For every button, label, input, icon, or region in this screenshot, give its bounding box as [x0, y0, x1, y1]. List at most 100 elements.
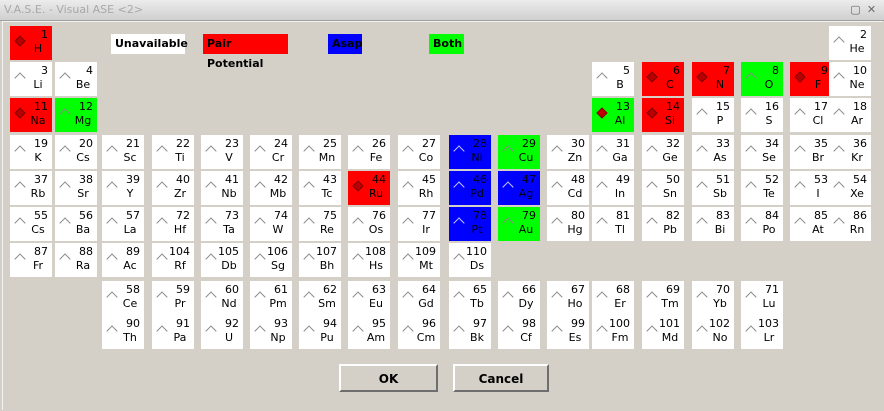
element-zr[interactable]: 40 Zr: [152, 171, 194, 205]
element-ga[interactable]: 31 Ga: [592, 135, 634, 169]
element-mb[interactable]: 42 Mb: [250, 171, 292, 205]
element-yb[interactable]: 70 Yb: [692, 281, 734, 315]
element-in[interactable]: 49 In: [592, 171, 634, 205]
element-bi[interactable]: 83 Bi: [692, 207, 734, 241]
element-y[interactable]: 39 Y: [102, 171, 144, 205]
element-o[interactable]: 8O: [741, 62, 783, 96]
element-se[interactable]: 34 Se: [741, 135, 783, 169]
element-ne[interactable]: 10 Ne: [829, 62, 871, 96]
element-cs[interactable]: 20 Cs: [55, 135, 97, 169]
element-h[interactable]: 1H: [10, 26, 52, 60]
element-ba[interactable]: 56 Ba: [55, 207, 97, 241]
element-au[interactable]: 79 Au: [498, 207, 540, 241]
element-v[interactable]: 23 V: [201, 135, 243, 169]
element-w[interactable]: 74 W: [250, 207, 292, 241]
element-ge[interactable]: 32 Ge: [642, 135, 684, 169]
element-gd[interactable]: 64 Gd: [398, 281, 440, 315]
element-fm[interactable]: 100 Fm: [592, 315, 634, 349]
element-hf[interactable]: 72 Hf: [152, 207, 194, 241]
element-cd[interactable]: 48 Cd: [547, 171, 589, 205]
element-rb[interactable]: 37 Rb: [10, 171, 52, 205]
element-md[interactable]: 101 Md: [642, 315, 684, 349]
element-es[interactable]: 99 Es: [547, 315, 589, 349]
element-ra[interactable]: 88 Ra: [55, 243, 97, 277]
element-rn[interactable]: 86 Rn: [829, 207, 871, 241]
element-sm[interactable]: 62 Sm: [299, 281, 341, 315]
element-tm[interactable]: 69 Tm: [642, 281, 684, 315]
element-s[interactable]: 16 S: [741, 98, 783, 132]
element-pa[interactable]: 91 Pa: [152, 315, 194, 349]
element-al[interactable]: 13 Al: [592, 98, 634, 132]
element-li[interactable]: 3 Li: [10, 62, 52, 96]
element-tc[interactable]: 43 Tc: [299, 171, 341, 205]
close-icon[interactable]: ✕: [865, 3, 878, 16]
element-bh[interactable]: 107 Bh: [299, 243, 341, 277]
element-b[interactable]: 5B: [592, 62, 634, 96]
element-fe[interactable]: 26 Fe: [348, 135, 390, 169]
element-no[interactable]: 102 No: [692, 315, 734, 349]
element-pr[interactable]: 59 Pr: [152, 281, 194, 315]
element-ce[interactable]: 58 Ce: [102, 281, 144, 315]
element-pu[interactable]: 94 Pu: [299, 315, 341, 349]
element-mt[interactable]: 109 Mt: [398, 243, 440, 277]
element-kr[interactable]: 36 Kr: [829, 135, 871, 169]
element-at[interactable]: 85 At: [790, 207, 832, 241]
element-eu[interactable]: 63 Eu: [348, 281, 390, 315]
element-lu[interactable]: 71 Lu: [741, 281, 783, 315]
element-tb[interactable]: 65 Tb: [449, 281, 491, 315]
title-bar[interactable]: V.A.S.E. - Visual ASE <2> ▢ ✕: [0, 0, 884, 21]
element-pb[interactable]: 82 Pb: [642, 207, 684, 241]
element-cm[interactable]: 96 Cm: [398, 315, 440, 349]
element-i[interactable]: 53 I: [790, 171, 832, 205]
element-cu[interactable]: 29 Cu: [498, 135, 540, 169]
element-er[interactable]: 68 Er: [592, 281, 634, 315]
element-ds[interactable]: 110 Ds: [449, 243, 491, 277]
cancel-button[interactable]: Cancel: [453, 364, 549, 392]
element-n[interactable]: 7N: [692, 62, 734, 96]
ok-button[interactable]: OK: [339, 364, 438, 392]
element-k[interactable]: 19 K: [10, 135, 52, 169]
element-as[interactable]: 33 As: [692, 135, 734, 169]
element-ru[interactable]: 44 Ru: [348, 171, 390, 205]
element-dy[interactable]: 66 Dy: [498, 281, 540, 315]
element-np[interactable]: 93 Np: [250, 315, 292, 349]
element-nd[interactable]: 60 Nd: [201, 281, 243, 315]
element-db[interactable]: 105 Db: [201, 243, 243, 277]
element-br[interactable]: 35 Br: [790, 135, 832, 169]
element-zn[interactable]: 30 Zn: [547, 135, 589, 169]
element-xe[interactable]: 54 Xe: [829, 171, 871, 205]
element-hs[interactable]: 108 Hs: [348, 243, 390, 277]
element-ar[interactable]: 18 Ar: [829, 98, 871, 132]
element-pm[interactable]: 61 Pm: [250, 281, 292, 315]
element-rh[interactable]: 45 Rh: [398, 171, 440, 205]
element-cl[interactable]: 17 Cl: [790, 98, 832, 132]
element-pt[interactable]: 78 Pt: [449, 207, 491, 241]
element-th[interactable]: 90 Th: [102, 315, 144, 349]
element-ir[interactable]: 77 Ir: [398, 207, 440, 241]
element-ni[interactable]: 28 Ni: [449, 135, 491, 169]
element-nb[interactable]: 41 Nb: [201, 171, 243, 205]
element-sg[interactable]: 106 Sg: [250, 243, 292, 277]
element-tl[interactable]: 81 Tl: [592, 207, 634, 241]
element-lr[interactable]: 103 Lr: [741, 315, 783, 349]
element-ta[interactable]: 73 Ta: [201, 207, 243, 241]
element-am[interactable]: 95 Am: [348, 315, 390, 349]
element-mg[interactable]: 12 Mg: [55, 98, 97, 132]
element-na[interactable]: 11 Na: [10, 98, 52, 132]
element-sn[interactable]: 50 Sn: [642, 171, 684, 205]
element-ti[interactable]: 22 Ti: [152, 135, 194, 169]
element-mn[interactable]: 25 Mn: [299, 135, 341, 169]
element-te[interactable]: 52 Te: [741, 171, 783, 205]
element-cr[interactable]: 24 Cr: [250, 135, 292, 169]
element-co[interactable]: 27 Co: [398, 135, 440, 169]
element-os[interactable]: 76 Os: [348, 207, 390, 241]
element-c[interactable]: 6C: [642, 62, 684, 96]
element-sr[interactable]: 38 Sr: [55, 171, 97, 205]
element-po[interactable]: 84 Po: [741, 207, 783, 241]
element-rf[interactable]: 104 Rf: [152, 243, 194, 277]
element-re[interactable]: 75 Re: [299, 207, 341, 241]
element-ho[interactable]: 67 Ho: [547, 281, 589, 315]
element-f[interactable]: 9F: [790, 62, 832, 96]
element-hg[interactable]: 80 Hg: [547, 207, 589, 241]
element-cf[interactable]: 98 Cf: [498, 315, 540, 349]
